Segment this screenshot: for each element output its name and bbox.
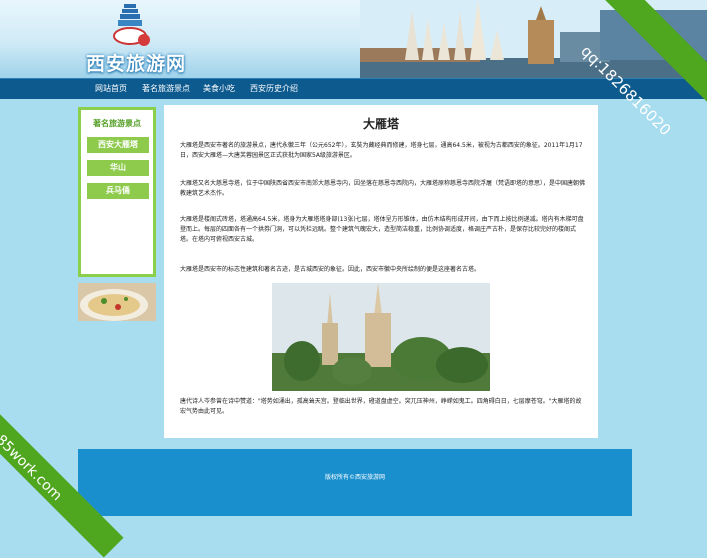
article-paragraph: 大雁塔是西安市的标志性建筑和著名古迹，是古城西安的象征。因此，西安市徽中央所绘制…	[180, 266, 481, 273]
logo-emblem-icon	[113, 4, 150, 46]
nav-item-food[interactable]: 美食小吃	[203, 79, 235, 99]
main-nav: 网站首页 著名旅游景点 美食小吃 西安历史介绍	[0, 78, 707, 99]
article-title: 大雁塔	[362, 117, 399, 131]
nav-item-attractions[interactable]: 著名旅游景点	[142, 79, 190, 99]
sidebar-item-dayanta[interactable]: 西安大雁塔	[87, 137, 149, 153]
sidebar-item-terracotta[interactable]: 兵马俑	[87, 183, 149, 199]
sidebar-item-huashan[interactable]: 华山	[87, 160, 149, 176]
article-paragraph: 唐代诗人岑参曾在诗中赞道："塔势如涌出，孤高耸天宫。登临出世界，磴道盘虚空。突兀…	[180, 398, 582, 415]
footer-copyright: 版权所有©西安旅游网	[324, 474, 385, 481]
site-footer: 版权所有©西安旅游网	[78, 449, 632, 516]
watermark-site-text: 85work.com	[0, 432, 65, 505]
dayanta-photo	[272, 283, 490, 391]
article-content: 大雁塔 大雁塔是西安市著名的旅游景点，唐代永徽三年（公元652年），玄奘为藏经典…	[164, 105, 598, 438]
article-paragraph: 大雁塔又名大慈恩寺塔，位于中国陕西省西安市南郊大慈恩寺内，因坐落在慈恩寺西院内，…	[180, 180, 586, 197]
nav-item-home[interactable]: 网站首页	[95, 79, 127, 99]
attractions-sidebar: 著名旅游景点 西安大雁塔 华山 兵马俑	[78, 107, 156, 277]
article-paragraph: 大雁塔是楼阁式砖塔，塔通高64.5米，塔身为大雁塔塔身部(13张)七层，塔体呈方…	[180, 216, 584, 243]
nav-item-history[interactable]: 西安历史介绍	[250, 79, 298, 99]
site-logo-text[interactable]: 西安旅游网	[86, 49, 186, 76]
sidebar-title: 著名旅游景点	[93, 119, 141, 128]
noodle-food-image	[78, 283, 156, 321]
article-paragraph: 大雁塔是西安市著名的旅游景点，唐代永徽三年（公元652年），玄奘为藏经典而修建，…	[180, 142, 583, 159]
